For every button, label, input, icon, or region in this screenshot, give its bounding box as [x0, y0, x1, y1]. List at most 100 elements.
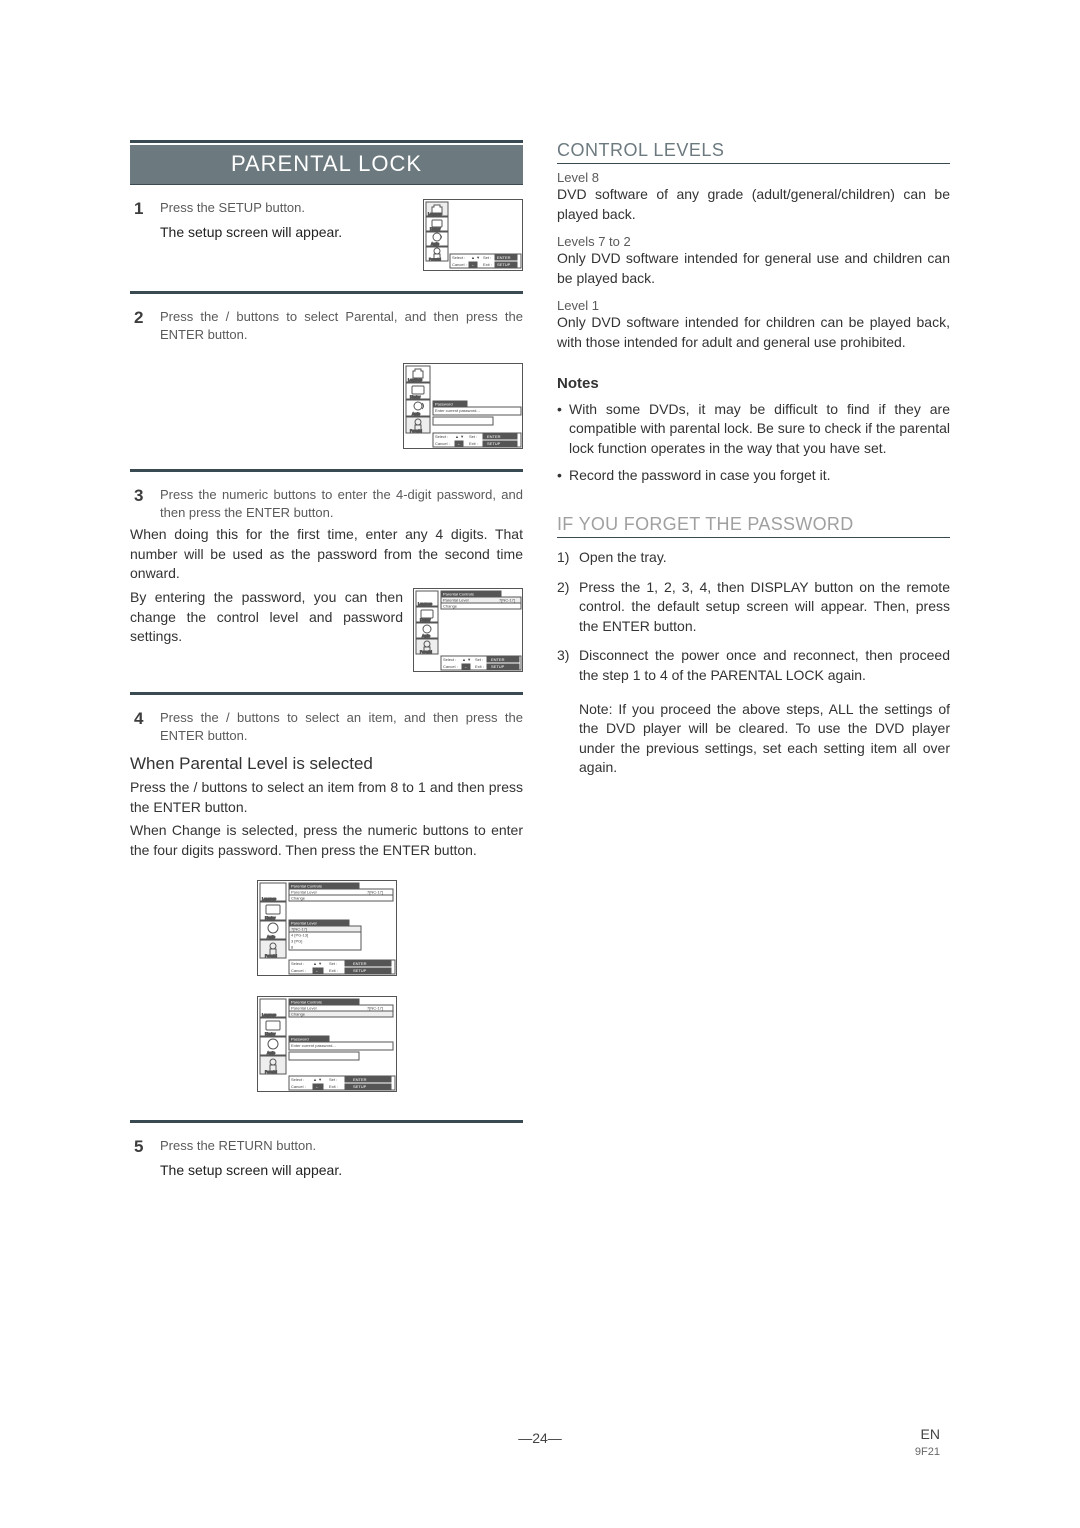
setup-screen-illustration-3: Language Display Audio Parental — [413, 588, 523, 672]
heading-forgot-password: IF IF YOU FORGET THE PASSWORDYOU FORGET … — [557, 514, 950, 535]
svg-text:Display: Display — [265, 916, 276, 920]
svg-text:Language: Language — [428, 212, 442, 216]
level8-head: Level 8 — [557, 170, 950, 185]
svg-text:Select :: Select : — [435, 434, 448, 439]
svg-text:Parental: Parental — [265, 954, 277, 958]
svg-text:Set :: Set : — [469, 434, 477, 439]
svg-text:ENTER: ENTER — [353, 1077, 367, 1082]
rule-control-levels — [557, 163, 950, 164]
divider-after-4b — [130, 1122, 523, 1123]
note-2: Record the password in case you forget i… — [557, 466, 950, 486]
svg-text:Parental Level: Parental Level — [291, 890, 317, 895]
svg-text:Password: Password — [291, 1037, 309, 1042]
setup-screen-illustration-2: Language Display Audio Parental — [403, 363, 523, 449]
svg-text:▲ ▼: ▲ ▼ — [471, 255, 480, 260]
svg-text:Audio: Audio — [431, 242, 439, 246]
rule-forgot — [557, 537, 950, 538]
setup-screen-illustration-4a: Language Display Audio Parental Parental — [257, 880, 397, 976]
svg-text:Display: Display — [430, 227, 441, 231]
svg-text:Parental Level: Parental Level — [291, 921, 317, 926]
setup-screen-illustration-4b: Language Display Audio Parental Parental — [257, 996, 397, 1092]
svg-text:8: 8 — [291, 945, 294, 950]
svg-text:Language: Language — [418, 602, 432, 606]
svg-text:Change: Change — [443, 603, 458, 608]
svg-text:Parental Controls: Parental Controls — [443, 591, 474, 596]
svg-text:Set :: Set : — [329, 1077, 337, 1082]
svg-text:Language: Language — [408, 378, 422, 382]
subhead-parental-level: When Parental Level is selected — [130, 754, 523, 774]
step-number-3: 3 — [134, 486, 143, 506]
svg-text:▲ ▼: ▲ ▼ — [462, 657, 471, 662]
svg-text:Audio: Audio — [267, 1051, 275, 1055]
step-4-grey: Press the / buttons to select an item, a… — [160, 709, 523, 744]
heading-control-levels: CONTROL LEVELS — [557, 140, 950, 161]
level72-body: Only DVD software intended for general u… — [557, 249, 950, 288]
svg-text:Parental: Parental — [420, 650, 432, 654]
step-3-grey: Press the numeric buttons to enter the 4… — [160, 486, 523, 521]
svg-text:4 [PG-13]: 4 [PG-13] — [291, 933, 308, 938]
svg-text:Parental Level: Parental Level — [443, 597, 469, 602]
svg-text:SETUP: SETUP — [353, 968, 367, 973]
col-right: CONTROL LEVELS Level 8 DVD software of a… — [557, 140, 950, 1180]
svg-text:Exit :: Exit : — [329, 968, 338, 973]
svg-text:ENTER: ENTER — [491, 657, 505, 662]
svg-text:Enter current password...: Enter current password... — [435, 408, 480, 413]
svg-text:Parental: Parental — [265, 1070, 277, 1074]
svg-text:7[NC-17]: 7[NC-17] — [367, 890, 383, 895]
step-3-para1: When doing this for the first time, ente… — [130, 525, 523, 584]
step-number-1: 1 — [134, 199, 143, 219]
divider-after-3b — [130, 694, 523, 695]
step-5-grey: Press the RETURN button. — [160, 1137, 523, 1155]
divider-after-2b — [130, 471, 523, 472]
svg-text:Cancel :: Cancel : — [291, 968, 306, 973]
step-3: 3 Press the numeric buttons to enter the… — [130, 486, 523, 521]
step-4-para2: When Change is selected, press the numer… — [130, 821, 523, 860]
svg-text:Change: Change — [291, 1012, 306, 1017]
forgot-list: 1)Open the tray. 2)Press the 1, 2, 3, 4,… — [557, 548, 950, 686]
svg-text:Enter current password...: Enter current password... — [291, 1043, 336, 1048]
forgot-note: Note: If you proceed the above steps, AL… — [557, 700, 950, 778]
svg-text:Cancel :: Cancel : — [443, 664, 458, 669]
divider-after-1b — [130, 293, 523, 294]
svg-text:Exit :: Exit : — [475, 664, 484, 669]
step-number-5: 5 — [134, 1137, 143, 1157]
svg-text:ENTER: ENTER — [353, 961, 367, 966]
svg-text:Cancel :: Cancel : — [291, 1084, 306, 1089]
step-4: 4 Press the / buttons to select an item,… — [130, 709, 523, 744]
svg-text:Display: Display — [410, 395, 421, 399]
heading-notes: Notes — [557, 375, 950, 392]
step-2-grey: Press the / buttons to select Parental, … — [160, 308, 523, 343]
page: PARENTAL LOCK 1 Language — [0, 0, 1080, 1528]
step-2: 2 Press the / buttons to select Parental… — [130, 308, 523, 449]
title-parental-lock: PARENTAL LOCK — [130, 145, 523, 184]
svg-text:Cancel :: Cancel : — [452, 262, 467, 267]
svg-text:←: ← — [315, 1084, 319, 1089]
svg-text:Exit :: Exit : — [329, 1084, 338, 1089]
svg-text:Set :: Set : — [475, 657, 483, 662]
svg-text:Set :: Set : — [329, 961, 337, 966]
svg-text:Select :: Select : — [291, 961, 304, 966]
svg-text:Set :: Set : — [483, 255, 491, 260]
svg-text:▲ ▼: ▲ ▼ — [455, 434, 464, 439]
note-1: With some DVDs, it may be difficult to f… — [557, 400, 950, 459]
step-number-2: 2 — [134, 308, 143, 328]
step-number-4: 4 — [134, 709, 143, 729]
svg-text:Audio: Audio — [267, 935, 275, 939]
svg-text:SETUP: SETUP — [491, 664, 505, 669]
svg-text:Display: Display — [420, 618, 431, 622]
level72-head: Levels 7 to 2 — [557, 234, 950, 249]
svg-text:←: ← — [464, 664, 468, 669]
page-number: —24— — [518, 1430, 562, 1446]
svg-text:▲ ▼: ▲ ▼ — [313, 961, 322, 966]
title-rule-top — [130, 140, 523, 143]
svg-text:SETUP: SETUP — [353, 1084, 367, 1089]
step-5: 5 Press the RETURN button. The setup scr… — [130, 1137, 523, 1179]
setup-screen-illustration-1: Language Display Audio Parental — [423, 199, 523, 271]
step-1: 1 Language Display — [130, 199, 523, 271]
svg-text:Parental Controls: Parental Controls — [291, 884, 322, 889]
svg-text:3 [PG]: 3 [PG] — [291, 939, 302, 944]
svg-text:←: ← — [457, 441, 461, 446]
step-5-black: The setup screen will appear. — [160, 1161, 523, 1180]
level1-head: Level 1 — [557, 298, 950, 313]
col-left: PARENTAL LOCK 1 Language — [130, 140, 523, 1180]
